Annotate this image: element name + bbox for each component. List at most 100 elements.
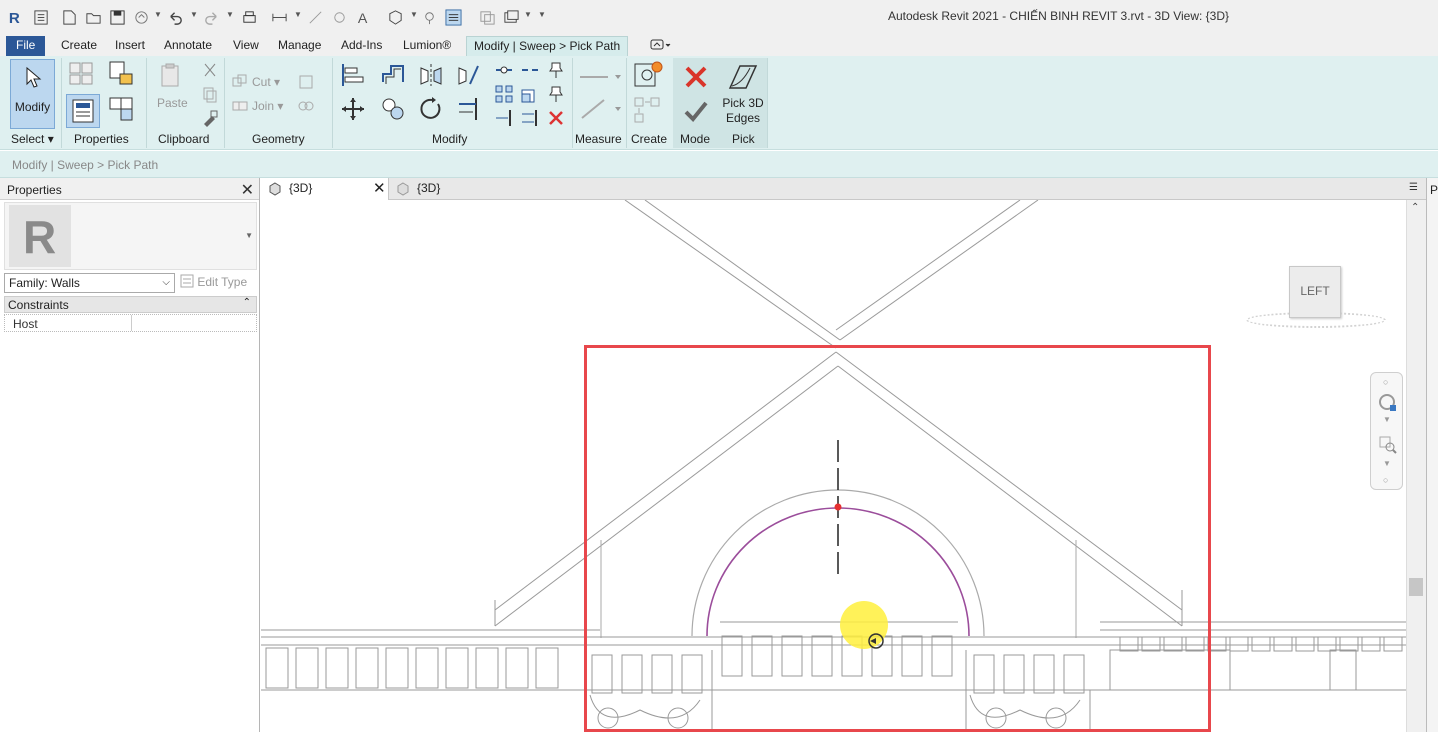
sync-central-icon[interactable] xyxy=(132,8,150,26)
zoom-icon[interactable] xyxy=(1378,435,1397,454)
panel-select-label[interactable]: Select ▾ xyxy=(11,132,54,146)
new-file-icon[interactable] xyxy=(60,8,78,26)
split-face-icon[interactable] xyxy=(296,96,316,116)
svg-text:A: A xyxy=(357,11,367,26)
delete-icon[interactable] xyxy=(546,108,566,128)
create-group-icon[interactable] xyxy=(633,94,665,126)
section-icon[interactable] xyxy=(420,8,438,26)
tab-insert[interactable]: Insert xyxy=(113,36,147,56)
view-tabs-menu-icon[interactable]: ☰ xyxy=(1409,182,1418,193)
undo-icon[interactable] xyxy=(166,8,184,26)
family-types-icon[interactable] xyxy=(108,60,134,86)
vertical-scrollbar[interactable]: ⌃ xyxy=(1406,200,1426,732)
open-folder-icon[interactable] xyxy=(84,8,102,26)
print-icon[interactable] xyxy=(240,8,258,26)
pick-3d-edges-label-line2[interactable]: Edges xyxy=(721,111,765,125)
finish-edit-mode-icon[interactable] xyxy=(683,98,709,124)
mirror-draw-axis-icon[interactable] xyxy=(456,62,482,88)
wall-joins-icon[interactable] xyxy=(296,72,316,92)
type-selector-dropdown-icon[interactable]: ▼ xyxy=(245,231,253,240)
panel-toggle-icon[interactable] xyxy=(650,39,672,51)
paste-label[interactable]: Paste xyxy=(157,96,188,110)
properties-palette-icon[interactable] xyxy=(66,94,100,128)
cut-geometry-icon[interactable] xyxy=(230,72,250,92)
save-icon[interactable] xyxy=(108,8,126,26)
default-3d-view-icon[interactable] xyxy=(386,8,404,26)
3d-view-dropdown-icon[interactable]: ▼ xyxy=(410,10,418,19)
tab-manage[interactable]: Manage xyxy=(276,36,323,56)
paste-icon[interactable] xyxy=(158,62,184,88)
scale-icon[interactable] xyxy=(520,84,540,104)
collapse-section-icon[interactable]: ⌃ xyxy=(243,297,251,308)
family-filter-select[interactable]: Family: Walls ⌵ xyxy=(4,273,175,293)
tab-create[interactable]: Create xyxy=(59,36,99,56)
offset-icon[interactable] xyxy=(380,62,406,88)
constraints-section-header[interactable]: Constraints ⌃ xyxy=(4,296,257,313)
baluster xyxy=(1295,636,1315,652)
undo-dropdown-icon[interactable]: ▼ xyxy=(190,10,198,19)
redo-dropdown-icon[interactable]: ▼ xyxy=(226,10,234,19)
wheel-dropdown-icon[interactable]: ▼ xyxy=(1383,415,1401,433)
cut-to-clipboard-icon[interactable] xyxy=(200,60,220,80)
view-tab-3d[interactable]: {3D} xyxy=(389,178,440,200)
trim-extend-single-icon[interactable] xyxy=(494,108,514,128)
copy-element-icon[interactable] xyxy=(380,96,406,122)
edit-type-button[interactable]: Edit Type xyxy=(180,274,247,289)
customize-toolbar-icon[interactable]: ▼ xyxy=(538,10,546,19)
type-selector[interactable]: R ▼ xyxy=(4,202,257,270)
unpin-icon[interactable] xyxy=(546,60,566,80)
tab-file[interactable]: File xyxy=(6,36,46,56)
redo-icon[interactable] xyxy=(202,8,220,26)
view-tab-3d-active[interactable]: {3D} ✕ xyxy=(261,178,389,200)
mirror-pick-axis-icon[interactable] xyxy=(418,62,444,88)
family-category-icon[interactable] xyxy=(108,96,134,122)
modify-button[interactable]: Modify xyxy=(10,59,55,129)
pick-3d-edges-label-line1[interactable]: Pick 3D xyxy=(721,96,765,110)
aligned-dimension-tool-icon[interactable] xyxy=(578,96,622,122)
copy-icon[interactable] xyxy=(200,84,220,104)
create-similar-icon[interactable] xyxy=(633,60,665,90)
steering-wheel-icon[interactable] xyxy=(1378,393,1396,411)
thin-lines-icon[interactable] xyxy=(444,8,462,26)
align-icon[interactable] xyxy=(340,62,366,88)
cancel-edit-mode-icon[interactable] xyxy=(683,64,709,90)
tab-add-ins[interactable]: Add-Ins xyxy=(339,36,384,56)
join-geometry-icon[interactable] xyxy=(230,96,250,116)
pick-3d-edges-icon[interactable] xyxy=(726,60,760,94)
tab-annotate[interactable]: Annotate xyxy=(162,36,214,56)
measure-between-references-icon[interactable] xyxy=(578,64,622,90)
move-icon[interactable] xyxy=(340,96,366,122)
tab-view[interactable]: View xyxy=(231,36,261,56)
match-properties-icon[interactable] xyxy=(200,108,220,128)
switch-windows-dropdown-icon[interactable]: ▼ xyxy=(524,10,532,19)
aligned-dimension-icon[interactable] xyxy=(306,8,324,26)
cut-geometry-label[interactable]: Cut ▾ xyxy=(252,75,280,89)
tag-icon[interactable] xyxy=(330,8,348,26)
close-properties-icon[interactable]: ✕ xyxy=(241,180,254,200)
project-browser-edge[interactable]: P xyxy=(1426,178,1438,732)
measure-dropdown-icon[interactable]: ▼ xyxy=(294,10,302,19)
close-hidden-windows-icon[interactable] xyxy=(478,8,496,26)
split-element-icon[interactable] xyxy=(494,60,514,80)
array-icon[interactable] xyxy=(494,84,514,104)
text-icon[interactable]: A xyxy=(354,8,372,26)
scroll-thumb[interactable] xyxy=(1409,578,1423,596)
join-geometry-label[interactable]: Join ▾ xyxy=(252,99,283,113)
scroll-up-icon[interactable]: ⌃ xyxy=(1411,202,1419,213)
sync-dropdown-icon[interactable]: ▼ xyxy=(154,10,162,19)
viewcube[interactable]: LEFT xyxy=(1289,266,1341,318)
tab-lumion[interactable]: Lumion® xyxy=(401,36,453,56)
rotate-icon[interactable] xyxy=(418,96,444,122)
trim-extend-icon[interactable] xyxy=(456,96,482,122)
measure-icon[interactable] xyxy=(270,8,288,26)
pin-icon[interactable] xyxy=(546,84,566,104)
close-view-tab-icon[interactable]: ✕ xyxy=(373,178,386,199)
customize-navbar-icon[interactable]: ○ xyxy=(1383,475,1401,493)
tab-modify-sweep-pick-path[interactable]: Modify | Sweep > Pick Path xyxy=(466,36,629,56)
trim-extend-multiple-icon[interactable] xyxy=(520,108,540,128)
open-documents-icon[interactable] xyxy=(32,8,50,26)
split-with-gap-icon[interactable] xyxy=(520,60,540,80)
revit-logo-icon[interactable]: R xyxy=(6,8,24,26)
switch-windows-icon[interactable] xyxy=(502,8,520,26)
type-properties-icon[interactable] xyxy=(68,60,94,86)
